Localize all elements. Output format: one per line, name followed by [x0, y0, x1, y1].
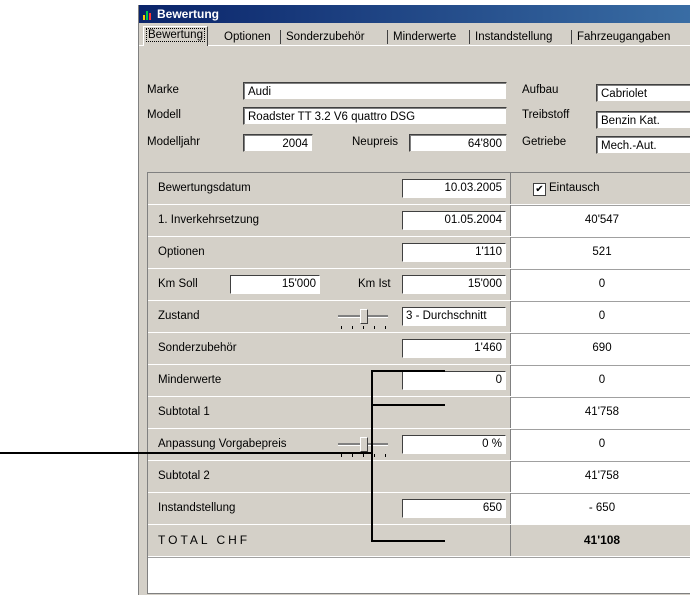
- zustand-value: 0: [598, 310, 606, 322]
- check-icon: ✔: [535, 184, 544, 195]
- optionen-value: 521: [592, 246, 612, 258]
- tab-fahrzeugangaben[interactable]: Fahrzeugangaben: [575, 29, 672, 45]
- km-soll-input[interactable]: 15'000: [230, 275, 320, 294]
- modell-label: Modell: [147, 109, 181, 121]
- getriebe-label: Getriebe: [522, 136, 567, 148]
- row-subtotal2: Subtotal 2 41'758: [148, 461, 690, 494]
- instandstellung-value: - 650: [588, 502, 616, 514]
- title-bar: Bewertung: [139, 5, 690, 23]
- row-bewertungsdatum: Bewertungsdatum 10.03.2005 ✔ Eintausch: [148, 173, 690, 206]
- slider-thumb[interactable]: [360, 437, 368, 452]
- eintausch-checkbox[interactable]: ✔: [533, 183, 546, 196]
- minderwerte-value: 0: [598, 374, 606, 386]
- inverkehrsetzung-label: 1. Inverkehrsetzung: [158, 214, 260, 226]
- getriebe-field[interactable]: Mech.-Aut.: [596, 136, 690, 154]
- instandstellung-label: Instandstellung: [158, 502, 236, 514]
- minderwerte-label: Minderwerte: [158, 374, 222, 386]
- aufbau-field[interactable]: Cabriolet: [596, 84, 690, 102]
- km-ist-input[interactable]: 15'000: [402, 275, 506, 294]
- row-inverkehrsetzung: 1. Inverkehrsetzung 01.05.2004 40'547: [148, 205, 690, 238]
- bewertungsdatum-input[interactable]: 10.03.2005: [402, 179, 506, 198]
- instandstellung-input[interactable]: 650: [402, 499, 506, 518]
- inverkehrsetzung-input[interactable]: 01.05.2004: [402, 211, 506, 230]
- total-value: 41'108: [511, 525, 690, 556]
- sonderzubehoer-label: Sonderzubehör: [158, 342, 237, 354]
- marke-field[interactable]: Audi: [243, 82, 507, 100]
- treibstoff-label: Treibstoff: [522, 109, 570, 121]
- callout-line: [371, 370, 445, 372]
- eintausch-cell: ✔ Eintausch: [511, 173, 690, 204]
- row-optionen: Optionen 1'110 521: [148, 237, 690, 270]
- window-title: Bewertung: [157, 7, 220, 21]
- tab-strip: Bewertung Optionen Sonderzubehör Minderw…: [139, 25, 690, 46]
- tab-separator: [387, 30, 388, 44]
- neupreis-label: Neupreis: [352, 136, 399, 148]
- row-subtotal1: Subtotal 1 41'758: [148, 397, 690, 430]
- anpassung-value: 0: [598, 438, 606, 450]
- tab-minderwerte[interactable]: Minderwerte: [391, 29, 458, 45]
- zustand-label: Zustand: [158, 310, 200, 322]
- km-value: 0: [598, 278, 606, 290]
- row-anpassung: Anpassung Vorgabepreis 0 % 0: [148, 429, 690, 462]
- optionen-label: Optionen: [158, 246, 205, 258]
- zustand-input[interactable]: 3 - Durchschnitt: [402, 307, 506, 326]
- tab-separator: [280, 30, 281, 44]
- anpassung-label: Anpassung Vorgabepreis: [158, 438, 287, 450]
- row-instandstellung: Instandstellung 650 - 650: [148, 493, 690, 526]
- marke-label: Marke: [147, 84, 179, 96]
- row-km: Km Soll 15'000 Km Ist 15'000 0: [148, 269, 690, 302]
- sonderzubehoer-input[interactable]: 1'460: [402, 339, 506, 358]
- sonderzubehoer-value: 690: [592, 342, 612, 354]
- row-zustand: Zustand 3 - Durchschnitt 0: [148, 301, 690, 334]
- tab-separator: [469, 30, 470, 44]
- total-label: TOTAL CHF: [158, 533, 251, 547]
- bar-chart-icon: [143, 8, 153, 20]
- subtotal1-label: Subtotal 1: [158, 406, 210, 418]
- optionen-input[interactable]: 1'110: [402, 243, 506, 262]
- callout-line: [371, 540, 445, 542]
- callout-line: [0, 452, 372, 454]
- slider-thumb[interactable]: [360, 309, 368, 324]
- valuation-grid: Bewertungsdatum 10.03.2005 ✔ Eintausch 1…: [147, 172, 690, 594]
- callout-line: [371, 370, 373, 542]
- anpassung-input[interactable]: 0 %: [402, 435, 506, 454]
- tab-separator: [571, 30, 572, 44]
- treibstoff-field[interactable]: Benzin Kat.: [596, 111, 690, 129]
- eintausch-label: Eintausch: [549, 182, 600, 194]
- subtotal2-value: 41'758: [584, 470, 620, 482]
- tab-optionen[interactable]: Optionen: [222, 29, 273, 45]
- bewertung-window: Bewertung Bewertung Optionen Sonderzubeh…: [138, 5, 690, 595]
- zustand-slider[interactable]: [338, 309, 388, 329]
- modelljahr-label: Modelljahr: [147, 136, 201, 148]
- tab-instandstellung[interactable]: Instandstellung: [473, 29, 554, 45]
- km-soll-label: Km Soll: [158, 278, 198, 290]
- tab-bewertung[interactable]: Bewertung: [143, 26, 208, 46]
- row-sonderzubehoer: Sonderzubehör 1'460 690: [148, 333, 690, 366]
- modelljahr-field[interactable]: 2004: [243, 134, 313, 152]
- aufbau-label: Aufbau: [522, 84, 559, 96]
- subtotal2-label: Subtotal 2: [158, 470, 210, 482]
- tab-sonderzubehoer[interactable]: Sonderzubehör: [284, 29, 367, 45]
- km-ist-label: Km Ist: [358, 278, 391, 290]
- subtotal1-value: 41'758: [584, 406, 620, 418]
- neupreis-field[interactable]: 64'800: [409, 134, 507, 152]
- callout-line: [371, 404, 445, 406]
- bewertungsdatum-label: Bewertungsdatum: [158, 182, 251, 194]
- inverkehrsetzung-value: 40'547: [584, 214, 620, 226]
- modell-field[interactable]: Roadster TT 3.2 V6 quattro DSG: [243, 107, 507, 125]
- minderwerte-input[interactable]: 0: [402, 371, 506, 390]
